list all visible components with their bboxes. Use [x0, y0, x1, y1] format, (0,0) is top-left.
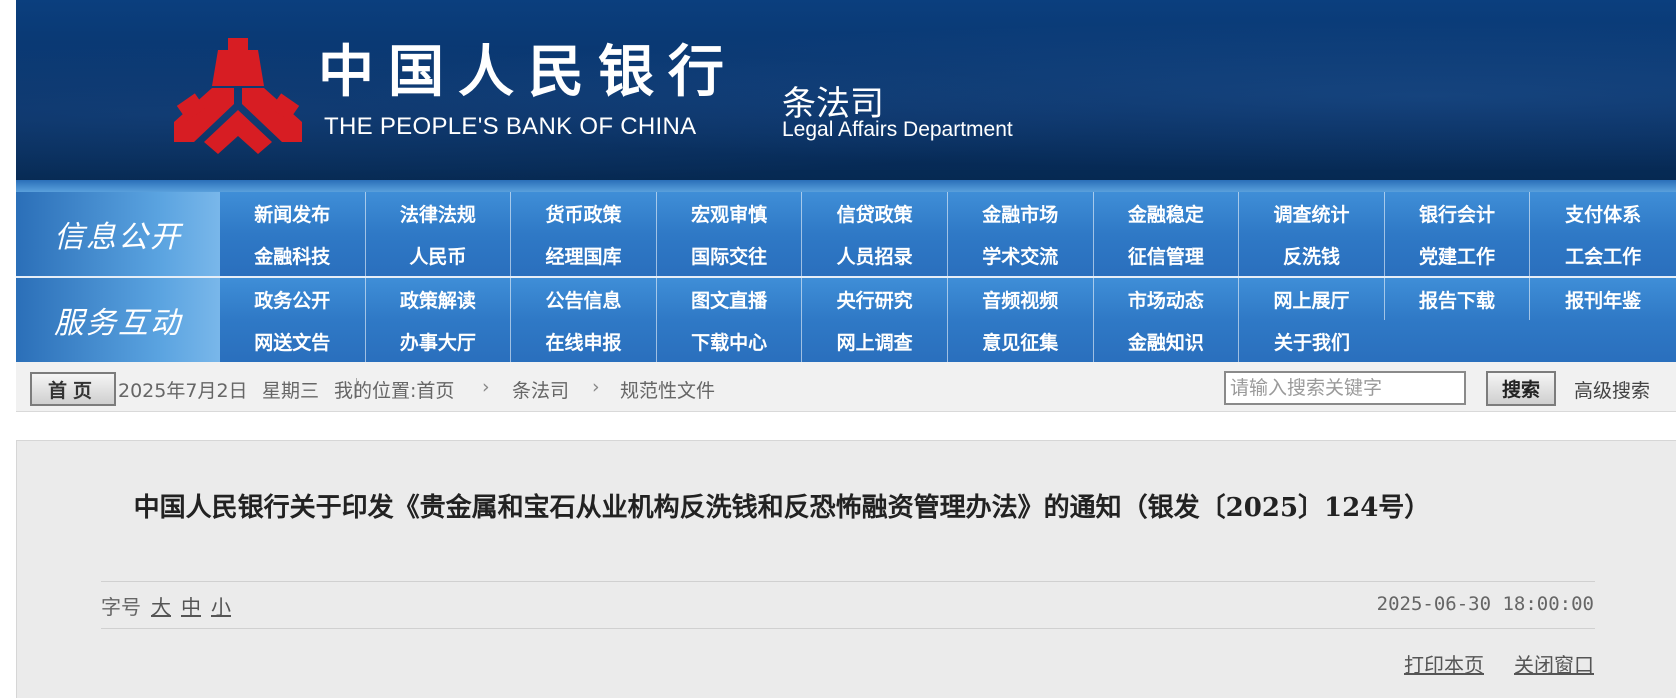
header-banner: 中国人民银行 THE PEOPLE'S BANK OF CHINA 条法司 Le… [16, 0, 1676, 192]
article-actions: 打印本页 关闭窗口 [1404, 649, 1594, 678]
nav-service-row1: 政务公开 政策解读 公告信息 图文直播 央行研究 音频视频 市场动态 网上展厅 报告下载 报刊年鉴 [220, 278, 1676, 320]
current-weekday: 星期三 [262, 380, 320, 402]
nav-info-label: 信息公开 [16, 192, 220, 276]
nav-item-service2-4[interactable]: 下载中心 [657, 320, 803, 362]
nav-item-info-2[interactable]: 法律法规 [366, 192, 512, 234]
nav-item-service-1[interactable]: 政务公开 [220, 278, 366, 320]
home-button[interactable]: 首页 [30, 372, 116, 406]
divider [101, 628, 1595, 629]
breadcrumb-current-link[interactable]: 规范性文件 [620, 376, 715, 403]
nav-item-service2-8[interactable]: 关于我们 [1239, 320, 1385, 362]
close-window-link[interactable]: 关闭窗口 [1514, 649, 1594, 678]
nav-item-info-9[interactable]: 银行会计 [1385, 192, 1531, 234]
breadcrumb-home-link[interactable]: 我的位置:首页 [334, 376, 454, 403]
nav-item-service2-1[interactable]: 网送文告 [220, 320, 366, 362]
nav-service-label: 服务互动 [16, 278, 220, 362]
nav-info-row1: 新闻发布 法律法规 货币政策 宏观审慎 信贷政策 金融市场 金融稳定 调查统计 银行会计 支付体系 [220, 192, 1676, 234]
font-large-link[interactable]: 大 [151, 591, 171, 620]
nav-item-info2-6[interactable]: 学术交流 [948, 234, 1094, 276]
bank-name-en: THE PEOPLE'S BANK OF CHINA [324, 113, 697, 140]
nav-item-service-6[interactable]: 音频视频 [948, 278, 1094, 320]
nav-item-service-7[interactable]: 市场动态 [1094, 278, 1240, 320]
banner-stripe [16, 180, 1676, 192]
nav-item-info2-2[interactable]: 人民币 [366, 234, 512, 276]
nav-item-service2-7[interactable]: 金融知识 [1094, 320, 1240, 362]
article-title: 中国人民银行关于印发《贵金属和宝石从业机构反洗钱和反恐怖融资管理办法》的通知（银… [133, 493, 1431, 523]
nav-item-service2-3[interactable]: 在线申报 [511, 320, 657, 362]
nav-item-service-5[interactable]: 央行研究 [802, 278, 948, 320]
font-size-controls: 字号 大 中 小 [101, 591, 231, 620]
nav-item-info2-4[interactable]: 国际交往 [657, 234, 803, 276]
nav-item-info-3[interactable]: 货币政策 [511, 192, 657, 234]
nav-item-info2-1[interactable]: 金融科技 [220, 234, 366, 276]
advanced-search-link[interactable]: 高级搜索 [1574, 376, 1650, 403]
search-button[interactable]: 搜索 [1486, 371, 1556, 406]
nav-item-info-6[interactable]: 金融市场 [948, 192, 1094, 234]
article-panel: 中国人民银行关于印发《贵金属和宝石从业机构反洗钱和反恐怖融资管理办法》的通知（银… [16, 440, 1676, 698]
nav-item-info2-5[interactable]: 人员招录 [802, 234, 948, 276]
nav-item-service-8[interactable]: 网上展厅 [1239, 278, 1385, 320]
nav-service-block: 服务互动 政务公开 政策解读 公告信息 图文直播 央行研究 音频视频 市场动态 网上展厅 报告下… [16, 278, 1676, 362]
search-input[interactable] [1224, 371, 1466, 405]
nav-service-row2: 网送文告 办事大厅 在线申报 下载中心 网上调查 意见征集 金融知识 关于我们 [220, 320, 1385, 362]
nav-item-service-10[interactable]: 报刊年鉴 [1530, 278, 1676, 320]
print-page-link[interactable]: 打印本页 [1404, 649, 1484, 678]
breadcrumb-chevron-icon: › [482, 376, 490, 398]
divider [101, 581, 1595, 582]
nav-item-service-4[interactable]: 图文直播 [657, 278, 803, 320]
nav-item-service-9[interactable]: 报告下载 [1385, 278, 1531, 320]
nav-info-block: 信息公开 新闻发布 法律法规 货币政策 宏观审慎 信贷政策 金融市场 金融稳定 调查统计 银行会… [16, 192, 1676, 276]
nav-item-service-3[interactable]: 公告信息 [511, 278, 657, 320]
current-date: 2025年7月2日 [118, 380, 248, 402]
department-name-en: Legal Affairs Department [782, 118, 1013, 141]
nav-item-info-7[interactable]: 金融稳定 [1094, 192, 1240, 234]
breadcrumb-bar: 首页 2025年7月2日 星期三 我的位置:首页 › 条法司 › 规范性文件 搜… [16, 362, 1676, 412]
nav-item-service2-2[interactable]: 办事大厅 [366, 320, 512, 362]
nav-item-info2-9[interactable]: 党建工作 [1385, 234, 1531, 276]
main-nav: 信息公开 新闻发布 法律法规 货币政策 宏观审慎 信贷政策 金融市场 金融稳定 调查统计 银行会… [16, 192, 1676, 362]
breadcrumb-dept-link[interactable]: 条法司 [512, 376, 569, 403]
nav-item-info2-3[interactable]: 经理国库 [511, 234, 657, 276]
font-small-link[interactable]: 小 [211, 591, 231, 620]
bank-name-cn: 中国人民银行 [318, 39, 738, 105]
nav-item-service2-6[interactable]: 意见征集 [948, 320, 1094, 362]
nav-info-row2: 金融科技 人民币 经理国库 国际交往 人员招录 学术交流 征信管理 反洗钱 党建工作 工会工作 [220, 234, 1676, 276]
nav-item-info2-7[interactable]: 征信管理 [1094, 234, 1240, 276]
nav-item-info-10[interactable]: 支付体系 [1530, 192, 1676, 234]
nav-item-info2-8[interactable]: 反洗钱 [1239, 234, 1385, 276]
font-medium-link[interactable]: 中 [181, 591, 201, 620]
nav-item-service-2[interactable]: 政策解读 [366, 278, 512, 320]
nav-item-service2-5[interactable]: 网上调查 [802, 320, 948, 362]
nav-item-info-5[interactable]: 信贷政策 [802, 192, 948, 234]
nav-item-info-1[interactable]: 新闻发布 [220, 192, 366, 234]
font-size-label: 字号 [101, 595, 141, 619]
pboc-logo-icon [174, 38, 302, 154]
nav-item-info2-10[interactable]: 工会工作 [1530, 234, 1676, 276]
publish-time: 2025-06-30 18:00:00 [1376, 593, 1594, 615]
breadcrumb-chevron-icon: › [592, 376, 600, 398]
nav-item-info-4[interactable]: 宏观审慎 [657, 192, 803, 234]
nav-item-info-8[interactable]: 调查统计 [1239, 192, 1385, 234]
